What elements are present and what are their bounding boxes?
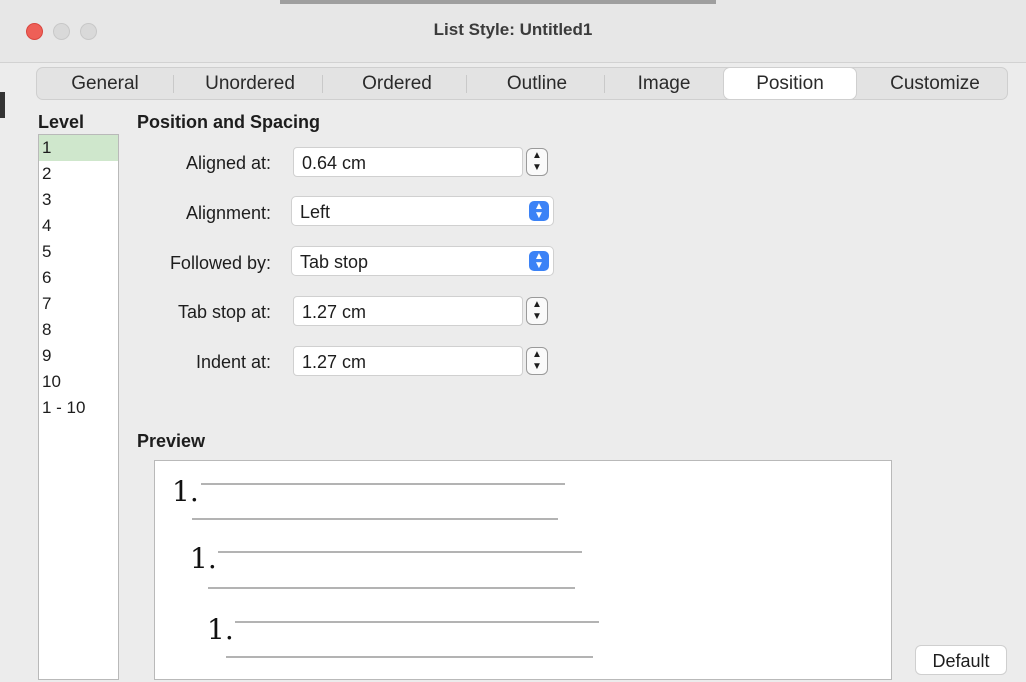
tab-unordered[interactable]: Unordered — [185, 68, 315, 99]
updown-chevron-icon: ▲ ▼ — [529, 251, 549, 271]
title-bar-drag-handle — [280, 0, 716, 4]
tab-stop-at-field[interactable]: 1.27 cm — [293, 296, 523, 326]
tab-general[interactable]: General — [45, 68, 165, 99]
followed-by-label: Followed by: — [169, 253, 271, 273]
level-item-4[interactable]: 4 — [39, 213, 118, 239]
position-spacing-heading: Position and Spacing — [137, 112, 321, 132]
chevron-down-icon: ▼ — [532, 311, 542, 322]
tab-stop-at-label: Tab stop at: — [177, 302, 271, 322]
level-item-1[interactable]: 1 — [39, 135, 118, 161]
level-item-2[interactable]: 2 — [39, 161, 118, 187]
level-item-3[interactable]: 3 — [39, 187, 118, 213]
followed-by-select[interactable]: Tab stop ▲ ▼ — [291, 246, 554, 276]
aligned-at-label: Aligned at: — [185, 153, 271, 173]
tab-customize[interactable]: Customize — [867, 68, 1003, 99]
level-heading: Level — [38, 112, 85, 132]
indent-at-field[interactable]: 1.27 cm — [293, 346, 523, 376]
tab-outline[interactable]: Outline — [477, 68, 597, 99]
alignment-value: Left — [300, 202, 331, 222]
preview-line — [192, 518, 558, 520]
level-item-all[interactable]: 1 - 10 — [39, 395, 118, 421]
indent-at-spinner[interactable]: ▲ ▼ — [526, 347, 548, 375]
alignment-label: Alignment: — [185, 203, 271, 223]
tab-separator — [322, 75, 323, 93]
aligned-at-spinner[interactable]: ▲ ▼ — [526, 148, 548, 176]
tab-ordered[interactable]: Ordered — [337, 68, 457, 99]
chevron-up-icon: ▲ — [532, 349, 542, 360]
alignment-select[interactable]: Left ▲ ▼ — [291, 196, 554, 226]
updown-chevron-icon: ▲ ▼ — [529, 201, 549, 221]
indent-at-label: Indent at: — [195, 352, 271, 372]
level-item-6[interactable]: 6 — [39, 265, 118, 291]
tab-separator — [466, 75, 467, 93]
preview-line — [208, 587, 575, 589]
preview-line — [218, 551, 582, 553]
tab-bar: General Unordered Ordered Outline Image … — [36, 67, 1008, 100]
default-button[interactable]: Default — [915, 645, 1007, 675]
preview-number-level3: 1. — [207, 613, 234, 646]
tab-position[interactable]: Position — [723, 67, 857, 100]
preview-number-level1: 1. — [172, 475, 199, 508]
title-bar: List Style: Untitled1 — [0, 0, 1026, 63]
chevron-down-icon: ▼ — [532, 162, 542, 173]
level-item-5[interactable]: 5 — [39, 239, 118, 265]
level-item-9[interactable]: 9 — [39, 343, 118, 369]
tab-separator — [173, 75, 174, 93]
window-title: List Style: Untitled1 — [433, 20, 593, 39]
tab-image[interactable]: Image — [609, 68, 719, 99]
level-item-10[interactable]: 10 — [39, 369, 118, 395]
preview-line — [235, 621, 599, 623]
background-window-edge — [0, 92, 5, 118]
chevron-down-icon: ▼ — [532, 361, 542, 372]
level-item-7[interactable]: 7 — [39, 291, 118, 317]
preview-number-level2: 1. — [190, 542, 217, 575]
preview-pane: 1. 1. 1. — [154, 460, 892, 680]
followed-by-value: Tab stop — [300, 252, 369, 272]
aligned-at-field[interactable]: 0.64 cm — [293, 147, 523, 177]
level-list[interactable]: 1 2 3 4 5 6 7 8 9 10 1 - 10 — [38, 134, 119, 680]
level-item-8[interactable]: 8 — [39, 317, 118, 343]
preview-line — [226, 656, 593, 658]
chevron-up-icon: ▲ — [532, 299, 542, 310]
preview-line — [201, 483, 565, 485]
tab-stop-at-spinner[interactable]: ▲ ▼ — [526, 297, 548, 325]
tab-separator — [604, 75, 605, 93]
chevron-up-icon: ▲ — [532, 150, 542, 161]
preview-heading: Preview — [137, 431, 206, 451]
